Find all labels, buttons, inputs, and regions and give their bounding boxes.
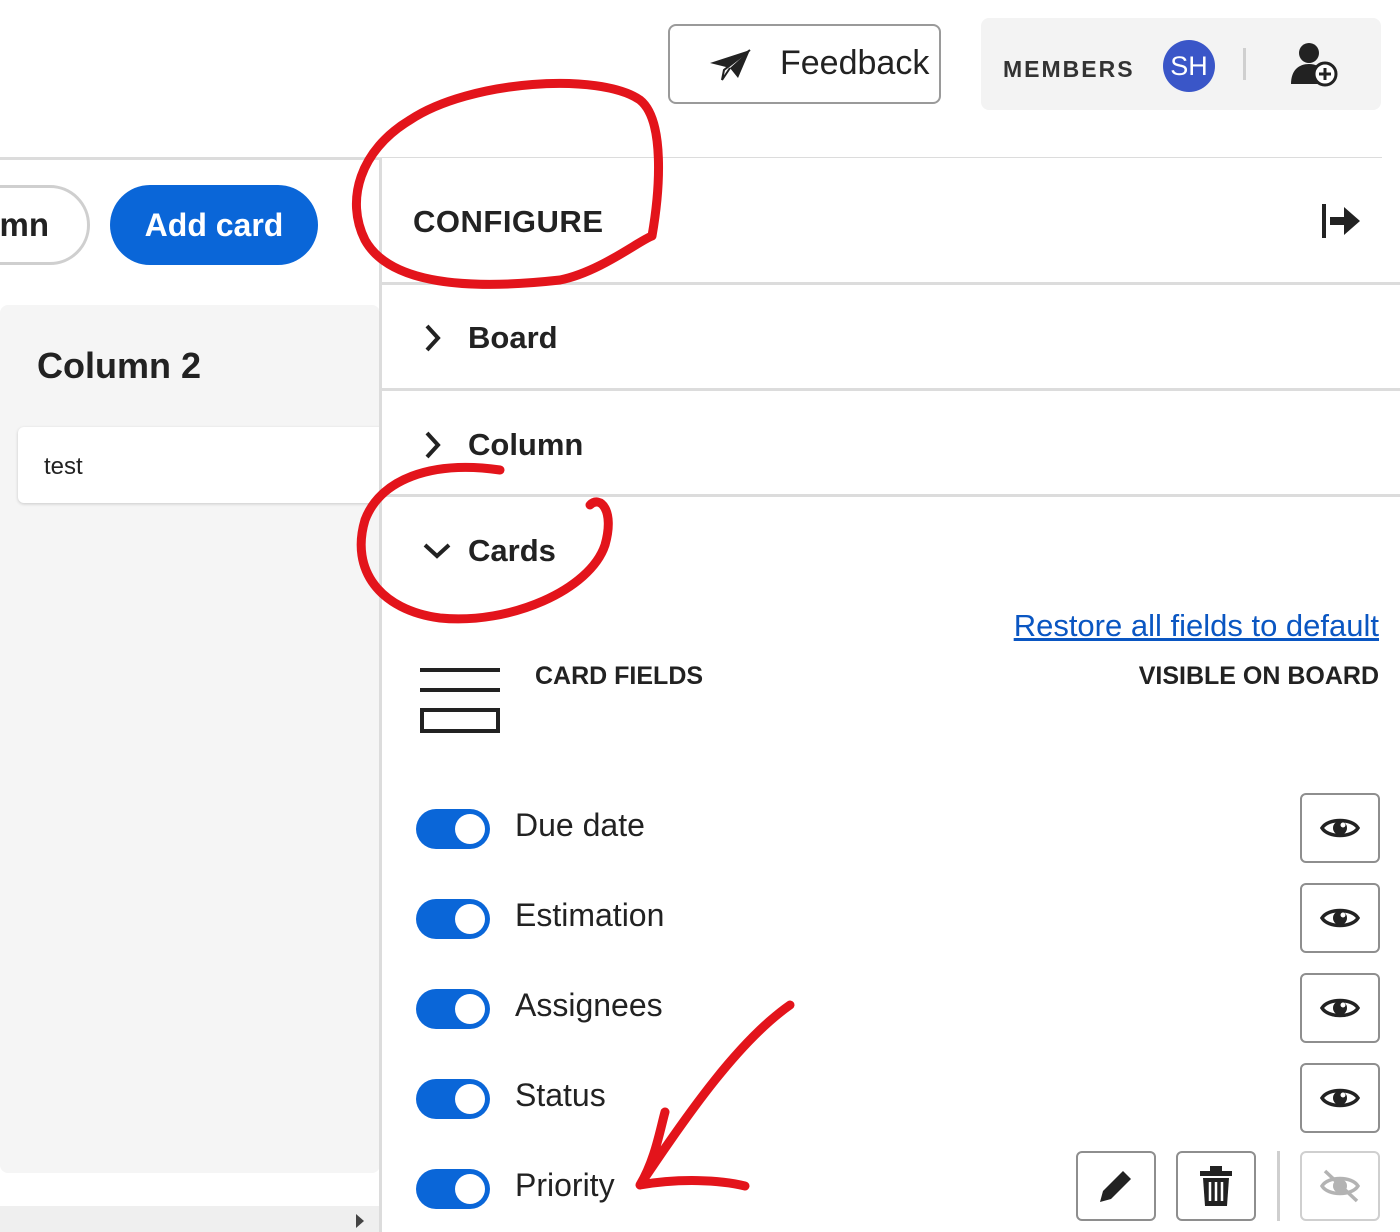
annotation-overlay — [351, 78, 795, 1191]
annotation-arrow — [635, 1000, 795, 1191]
annotation-circle-cards — [356, 462, 613, 624]
annotation-circle-configure — [351, 78, 664, 289]
